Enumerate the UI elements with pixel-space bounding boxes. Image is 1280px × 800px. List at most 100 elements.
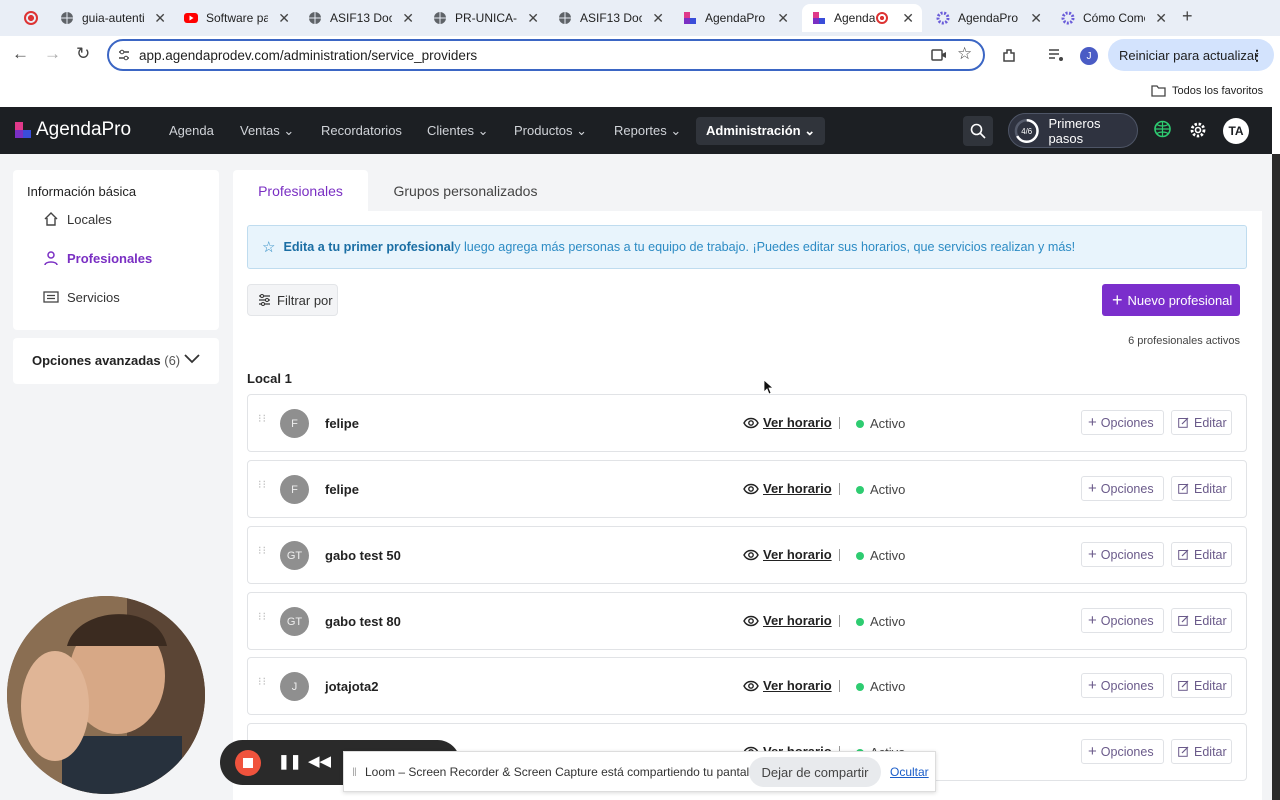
camera-icon[interactable] bbox=[931, 48, 947, 62]
close-icon[interactable]: ✕ bbox=[902, 10, 914, 27]
nav-productos[interactable]: Productos ⌄ bbox=[514, 123, 587, 139]
tab-4[interactable]: PR-UNICA-I ✕ bbox=[423, 4, 547, 32]
progress-text: 4/6 bbox=[1021, 126, 1033, 135]
filter-button[interactable]: Filtrar por bbox=[247, 284, 338, 316]
drag-handle-icon[interactable]: ‖ bbox=[352, 765, 357, 779]
settings-gear-icon[interactable] bbox=[1189, 121, 1207, 139]
first-steps-button[interactable]: 4/6 Primeros pasos bbox=[1008, 113, 1138, 148]
advanced-options-text: Opciones avanzadas bbox=[32, 353, 161, 368]
edit-label: Editar bbox=[1194, 613, 1227, 628]
nav-agenda[interactable]: Agenda bbox=[169, 123, 214, 138]
status-label: Activo bbox=[870, 614, 906, 629]
edit-button[interactable]: Editar bbox=[1171, 542, 1232, 567]
extensions-icon[interactable] bbox=[1001, 47, 1018, 64]
close-icon[interactable]: ✕ bbox=[652, 10, 664, 27]
sidebar-item-servicios[interactable]: Servicios bbox=[43, 289, 120, 305]
view-schedule-link[interactable]: Ver horario bbox=[743, 613, 832, 628]
status-dot-icon bbox=[856, 485, 864, 494]
media-queue-icon[interactable] bbox=[1048, 48, 1064, 62]
hide-link[interactable]: Ocultar bbox=[890, 765, 929, 779]
site-settings-icon[interactable] bbox=[117, 48, 131, 62]
user-avatar[interactable]: TA bbox=[1223, 118, 1249, 144]
forward-button[interactable]: → bbox=[44, 44, 61, 64]
all-bookmarks[interactable]: Todos los favoritos bbox=[1172, 85, 1263, 97]
edit-button[interactable]: Editar bbox=[1171, 476, 1232, 501]
stop-recording-button[interactable] bbox=[235, 750, 261, 776]
rewind-icon[interactable]: ◀◀ bbox=[308, 752, 331, 770]
edit-button[interactable]: Editar bbox=[1171, 739, 1232, 764]
drag-handle-icon[interactable]: ⁝⁝ bbox=[258, 677, 267, 688]
reload-button[interactable]: ↻ bbox=[76, 44, 90, 64]
tab-grupos-personalizados[interactable]: Grupos personalizados bbox=[368, 170, 563, 211]
close-icon[interactable]: ✕ bbox=[527, 10, 539, 27]
drag-handle-icon[interactable]: ⁝⁝ bbox=[258, 480, 267, 491]
tab-9[interactable]: Cómo Come ✕ bbox=[1051, 4, 1175, 32]
close-icon[interactable]: ✕ bbox=[278, 10, 290, 27]
app-logo[interactable]: AgendaPro bbox=[14, 119, 131, 141]
options-button[interactable]: + Opciones bbox=[1081, 608, 1164, 633]
professional-row: ⁝⁝ Ffelipe Ver horario Activo + Opciones Edita… bbox=[247, 394, 1247, 452]
view-schedule-link[interactable]: Ver horario bbox=[743, 415, 832, 430]
options-button[interactable]: + Opciones bbox=[1081, 476, 1164, 501]
edit-button[interactable]: Editar bbox=[1171, 608, 1232, 633]
tab-active[interactable]: Agenda ✕ bbox=[802, 4, 922, 32]
tab-3[interactable]: ASIF13 Docu ✕ bbox=[298, 4, 422, 32]
status-dot-icon bbox=[856, 617, 864, 626]
sidebar-item-profesionales[interactable]: Profesionales bbox=[43, 250, 152, 266]
profile-avatar[interactable]: J bbox=[1080, 47, 1098, 65]
search-button[interactable] bbox=[963, 116, 993, 146]
options-button[interactable]: + Opciones bbox=[1081, 410, 1164, 435]
menu-dots-icon[interactable]: ⋮ bbox=[1250, 47, 1264, 64]
back-button[interactable]: ← bbox=[12, 44, 29, 64]
options-button[interactable]: + Opciones bbox=[1081, 673, 1164, 698]
close-icon[interactable]: ✕ bbox=[1155, 10, 1167, 27]
options-button[interactable]: + Opciones bbox=[1081, 739, 1164, 764]
drag-handle-icon[interactable]: ⁝⁝ bbox=[258, 612, 267, 623]
options-button[interactable]: + Opciones bbox=[1081, 542, 1164, 567]
tab-2[interactable]: Software pa ✕ bbox=[174, 4, 298, 32]
chevron-down-icon[interactable] bbox=[184, 354, 200, 364]
tab-title: Cómo Come bbox=[1083, 11, 1145, 25]
folder-icon bbox=[1151, 85, 1166, 97]
tab-profesionales[interactable]: Profesionales bbox=[233, 170, 368, 211]
nav-clientes[interactable]: Clientes ⌄ bbox=[427, 123, 489, 139]
drag-handle-icon[interactable]: ⁝⁝ bbox=[258, 546, 267, 557]
active-count: 6 profesionales activos bbox=[1128, 335, 1240, 347]
nav-reportes[interactable]: Reportes ⌄ bbox=[614, 123, 681, 139]
view-schedule-link[interactable]: Ver horario bbox=[743, 678, 832, 693]
update-browser-button[interactable]: Reiniciar para actualizar ⋮ bbox=[1108, 39, 1274, 71]
edit-button[interactable]: Editar bbox=[1171, 410, 1232, 435]
language-globe-icon[interactable] bbox=[1152, 120, 1173, 141]
close-icon[interactable]: ✕ bbox=[1030, 10, 1042, 27]
close-icon[interactable]: ✕ bbox=[154, 10, 166, 27]
sidebar-item-locales[interactable]: Locales bbox=[43, 211, 112, 227]
tab-1[interactable]: guia-autenti ✕ bbox=[50, 4, 174, 32]
bookmark-star-icon[interactable]: ☆ bbox=[957, 44, 972, 64]
new-professional-button[interactable]: + Nuevo profesional bbox=[1102, 284, 1240, 316]
drag-handle-icon[interactable]: ⁝⁝ bbox=[258, 414, 267, 425]
close-icon[interactable]: ✕ bbox=[402, 10, 414, 27]
plus-icon: + bbox=[1088, 612, 1097, 629]
agendapro-icon bbox=[813, 12, 825, 24]
page-scrollbar[interactable] bbox=[1272, 154, 1280, 800]
eye-icon bbox=[743, 680, 759, 691]
plus-icon: + bbox=[1088, 414, 1097, 431]
tab-5[interactable]: ASIF13 Docu ✕ bbox=[548, 4, 672, 32]
sidebar-advanced-options[interactable]: Opciones avanzadas (6) bbox=[13, 338, 219, 384]
edit-button[interactable]: Editar bbox=[1171, 673, 1232, 698]
stop-sharing-button[interactable]: Dejar de compartir bbox=[749, 757, 881, 787]
address-bar[interactable]: app.agendaprodev.com/administration/serv… bbox=[107, 39, 985, 71]
nav-administracion[interactable]: Administración ⌄ bbox=[696, 117, 826, 145]
tab-6[interactable]: AgendaPro ✕ bbox=[673, 4, 797, 32]
close-icon[interactable]: ✕ bbox=[777, 10, 789, 27]
nav-recordatorios[interactable]: Recordatorios bbox=[321, 123, 402, 138]
professional-row: ⁝⁝ Ffelipe Ver horario Activo + Opciones Edita… bbox=[247, 460, 1247, 518]
pause-icon[interactable]: ❚❚ bbox=[278, 753, 301, 770]
tab-recording[interactable] bbox=[14, 4, 50, 32]
view-schedule-link[interactable]: Ver horario bbox=[743, 547, 832, 562]
tab-8[interactable]: AgendaPro ✕ bbox=[926, 4, 1050, 32]
webcam-bubble[interactable] bbox=[7, 596, 205, 794]
nav-ventas[interactable]: Ventas ⌄ bbox=[240, 123, 294, 139]
view-schedule-link[interactable]: Ver horario bbox=[743, 481, 832, 496]
new-tab-button[interactable]: + bbox=[1182, 6, 1193, 27]
